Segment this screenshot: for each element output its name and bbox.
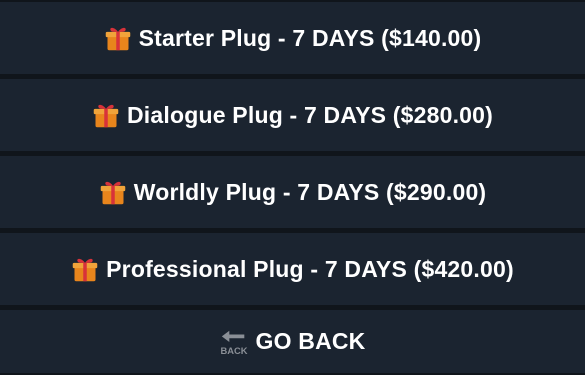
go-back-label: GO BACK [255, 328, 366, 354]
plan-label: Starter Plug - 7 DAYS ($140.00) [138, 24, 482, 51]
gift-icon [93, 104, 119, 128]
plan-label: Dialogue Plug - 7 DAYS ($280.00) [127, 101, 493, 128]
plan-selection-menu: Starter Plug - 7 DAYS ($140.00) Dialogue… [0, 0, 585, 375]
professional-plug-button[interactable]: Professional Plug - 7 DAYS ($420.00) [0, 233, 585, 305]
plan-label: Professional Plug - 7 DAYS ($420.00) [106, 255, 514, 282]
gift-icon [72, 258, 98, 282]
dialogue-plug-button[interactable]: Dialogue Plug - 7 DAYS ($280.00) [0, 79, 585, 151]
go-back-button[interactable]: BACK GO BACK [0, 310, 585, 373]
gift-icon [100, 181, 125, 205]
plan-label: Worldly Plug - 7 DAYS ($290.00) [133, 178, 487, 205]
gift-icon [105, 27, 130, 51]
worldly-plug-button[interactable]: Worldly Plug - 7 DAYS ($290.00) [0, 156, 585, 228]
starter-plug-button[interactable]: Starter Plug - 7 DAYS ($140.00) [0, 2, 585, 74]
back-icon-text: BACK [221, 346, 248, 356]
back-arrow-icon: BACK [221, 330, 248, 356]
